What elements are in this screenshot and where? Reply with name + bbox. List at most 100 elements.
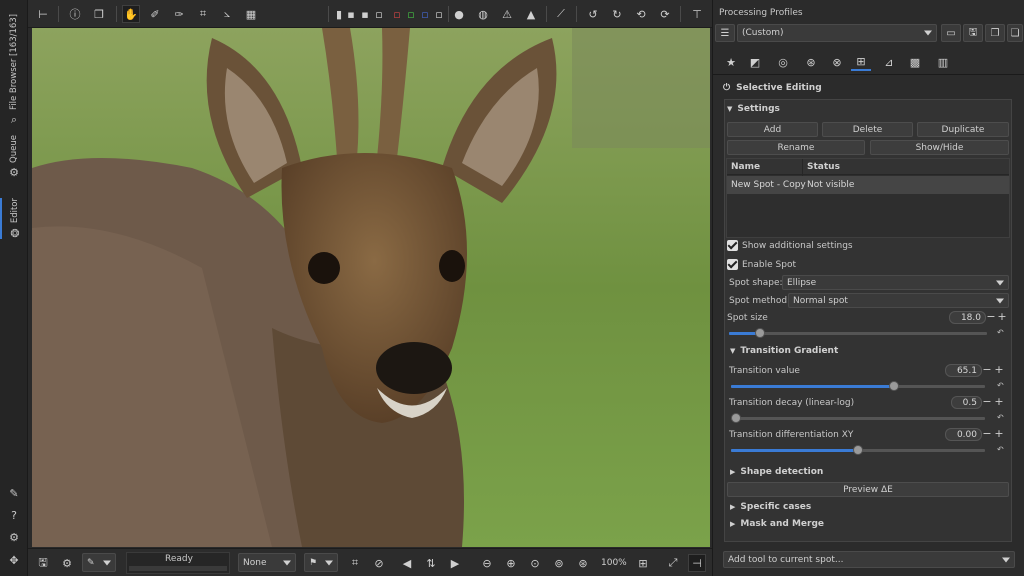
channel-luminance-icon[interactable]: ▫	[434, 5, 444, 23]
prev-image-icon[interactable]: ◀	[398, 554, 416, 572]
spot-size-slider[interactable]	[729, 328, 987, 338]
spot-shape-select[interactable]: Ellipse	[782, 275, 1009, 290]
profile-list-icon[interactable]: ☰	[715, 24, 735, 42]
transition-diff-slider[interactable]	[731, 445, 985, 455]
transition-gradient-header[interactable]: ▼ Transition Gradient	[730, 346, 838, 356]
flip-vertical-icon[interactable]: ⟲	[632, 5, 650, 23]
rotate-right-icon[interactable]: ↻	[608, 5, 626, 23]
settings-section-header[interactable]: ▼ Settings	[727, 104, 780, 114]
color-picker-icon[interactable]: ✑	[170, 5, 188, 23]
transition-value-slider[interactable]	[731, 381, 985, 391]
reset-icon[interactable]: ↶	[997, 381, 1004, 390]
send-to-queue-icon[interactable]: ⚙	[58, 554, 76, 572]
duplicate-spot-button[interactable]: Duplicate	[917, 122, 1009, 137]
trash-icon[interactable]: ⊘	[370, 554, 388, 572]
copy-icon[interactable]: ❐	[985, 24, 1005, 42]
bg-gray-icon[interactable]: ▪	[360, 5, 370, 23]
channel-blue-icon[interactable]: ▫	[420, 5, 430, 23]
move-icon[interactable]: ✥	[7, 553, 21, 567]
transition-decay-slider[interactable]	[731, 413, 985, 423]
add-spot-button[interactable]: Add	[727, 122, 818, 137]
zoom-in-icon[interactable]: ⊕	[502, 554, 520, 572]
softproof-icon[interactable]: ◍	[474, 5, 492, 23]
save-image-icon[interactable]: 🖫	[34, 554, 52, 572]
rotate-left-icon[interactable]: ↺	[584, 5, 602, 23]
preferences-icon[interactable]: ⚙	[7, 530, 21, 544]
tab-favorites-icon[interactable]: ★	[721, 53, 741, 71]
bg-white-icon[interactable]: ▫	[374, 5, 384, 23]
reset-icon[interactable]: ↶	[997, 445, 1004, 454]
zoom-100-icon[interactable]: ⊛	[574, 554, 592, 572]
rename-spot-button[interactable]: Rename	[727, 140, 865, 155]
profile-select[interactable]: (Custom)	[737, 24, 937, 42]
before-after-icon[interactable]: ❐	[90, 5, 108, 23]
transition-value-plus-button[interactable]: +	[994, 363, 1004, 376]
open-icon[interactable]: ▭	[941, 24, 961, 42]
tab-advanced-icon[interactable]: ⊗	[827, 53, 847, 71]
transition-value-value[interactable]: 65.1	[945, 364, 982, 377]
transition-diff-slider-knob[interactable]	[853, 445, 863, 455]
panel-toggle-icon[interactable]: ⊤	[688, 5, 706, 23]
zoom-out-icon[interactable]: ⊖	[478, 554, 496, 572]
shape-detection-header[interactable]: ▶ Shape detection	[730, 467, 823, 477]
tab-local-icon[interactable]: ⊞	[851, 53, 871, 71]
background-color-icon[interactable]: ▮	[334, 5, 344, 23]
mask-merge-header[interactable]: ▶ Mask and Merge	[730, 519, 824, 529]
tab-exposure-icon[interactable]: ◩	[745, 53, 765, 71]
add-tool-select[interactable]: Add tool to current spot...	[723, 551, 1015, 568]
channel-green-icon[interactable]: ▫	[406, 5, 416, 23]
spot-size-minus-button[interactable]: −	[986, 310, 996, 323]
zoom-fit-crop-icon[interactable]: ⊚	[550, 554, 568, 572]
external-editor-select[interactable]: ✎	[82, 553, 116, 572]
rank-select[interactable]: ⚑	[304, 553, 338, 572]
transition-decay-value[interactable]: 0.5	[951, 396, 982, 409]
straighten-icon[interactable]: ⦣	[218, 5, 236, 23]
tab-detail-icon[interactable]: ◎	[773, 53, 793, 71]
reset-icon[interactable]: ↶	[997, 413, 1004, 422]
transition-diff-value[interactable]: 0.00	[945, 428, 982, 441]
spot-size-value[interactable]: 18.0	[949, 311, 986, 324]
new-detail-window-icon[interactable]: ⊞	[634, 554, 652, 572]
tab-metadata-icon[interactable]: ▥	[933, 53, 953, 71]
tab-raw-icon[interactable]: ▩	[905, 53, 925, 71]
transition-diff-minus-button[interactable]: −	[982, 427, 992, 440]
delete-spot-button[interactable]: Delete	[822, 122, 913, 137]
warning-icon[interactable]: ⚠	[498, 5, 516, 23]
info-icon[interactable]: ⓘ	[66, 5, 84, 23]
history-panel-icon[interactable]: ⊢	[34, 5, 52, 23]
tab-color-icon[interactable]: ⊛	[801, 53, 821, 71]
histogram-icon[interactable]: ⟋	[552, 5, 570, 23]
spot-size-plus-button[interactable]: +	[997, 310, 1007, 323]
right-panel-toggle-icon[interactable]: ⊣	[688, 554, 706, 572]
tab-queue[interactable]: Queue ⚙	[0, 135, 28, 179]
help-icon[interactable]: ?	[7, 508, 21, 522]
output-profile-select[interactable]: None	[238, 553, 296, 572]
hand-tool-icon[interactable]: ✋	[122, 5, 140, 23]
focus-mask-icon[interactable]: ●	[450, 5, 468, 23]
channel-red-icon[interactable]: ▫	[392, 5, 402, 23]
tab-transform-icon[interactable]: ⊿	[879, 53, 899, 71]
crop-helper-icon[interactable]: ⌗	[346, 554, 364, 572]
table-row[interactable]: New Spot - Copy Not visible	[727, 176, 1009, 194]
white-balance-picker-icon[interactable]: ✐	[146, 5, 164, 23]
tab-file-browser[interactable]: File Browser [163/163] ⌕	[0, 14, 28, 126]
tab-editor[interactable]: Editor ❂	[0, 198, 28, 240]
transition-diff-plus-button[interactable]: +	[994, 427, 1004, 440]
spot-size-slider-knob[interactable]	[754, 328, 765, 338]
perspective-icon[interactable]: ▦	[242, 5, 260, 23]
next-image-icon[interactable]: ▶	[446, 554, 464, 572]
show-hide-button[interactable]: Show/Hide	[870, 140, 1009, 155]
show-additional-checkbox[interactable]	[727, 240, 738, 251]
transition-decay-plus-button[interactable]: +	[994, 395, 1004, 408]
bg-black-icon[interactable]: ▪	[346, 5, 356, 23]
save-icon[interactable]: 🖫	[963, 24, 983, 42]
reset-icon[interactable]: ↶	[997, 328, 1004, 337]
column-name[interactable]: Name	[731, 162, 760, 172]
paste-icon[interactable]: ❏	[1007, 24, 1023, 42]
power-icon[interactable]: ⏻	[723, 83, 730, 93]
fullscreen-icon[interactable]: ⤢	[664, 554, 682, 572]
transition-decay-slider-knob[interactable]	[731, 413, 741, 423]
zoom-fit-icon[interactable]: ⊙	[526, 554, 544, 572]
crop-icon[interactable]: ⌗	[194, 5, 212, 23]
pipette-icon[interactable]: ✎	[7, 486, 21, 500]
